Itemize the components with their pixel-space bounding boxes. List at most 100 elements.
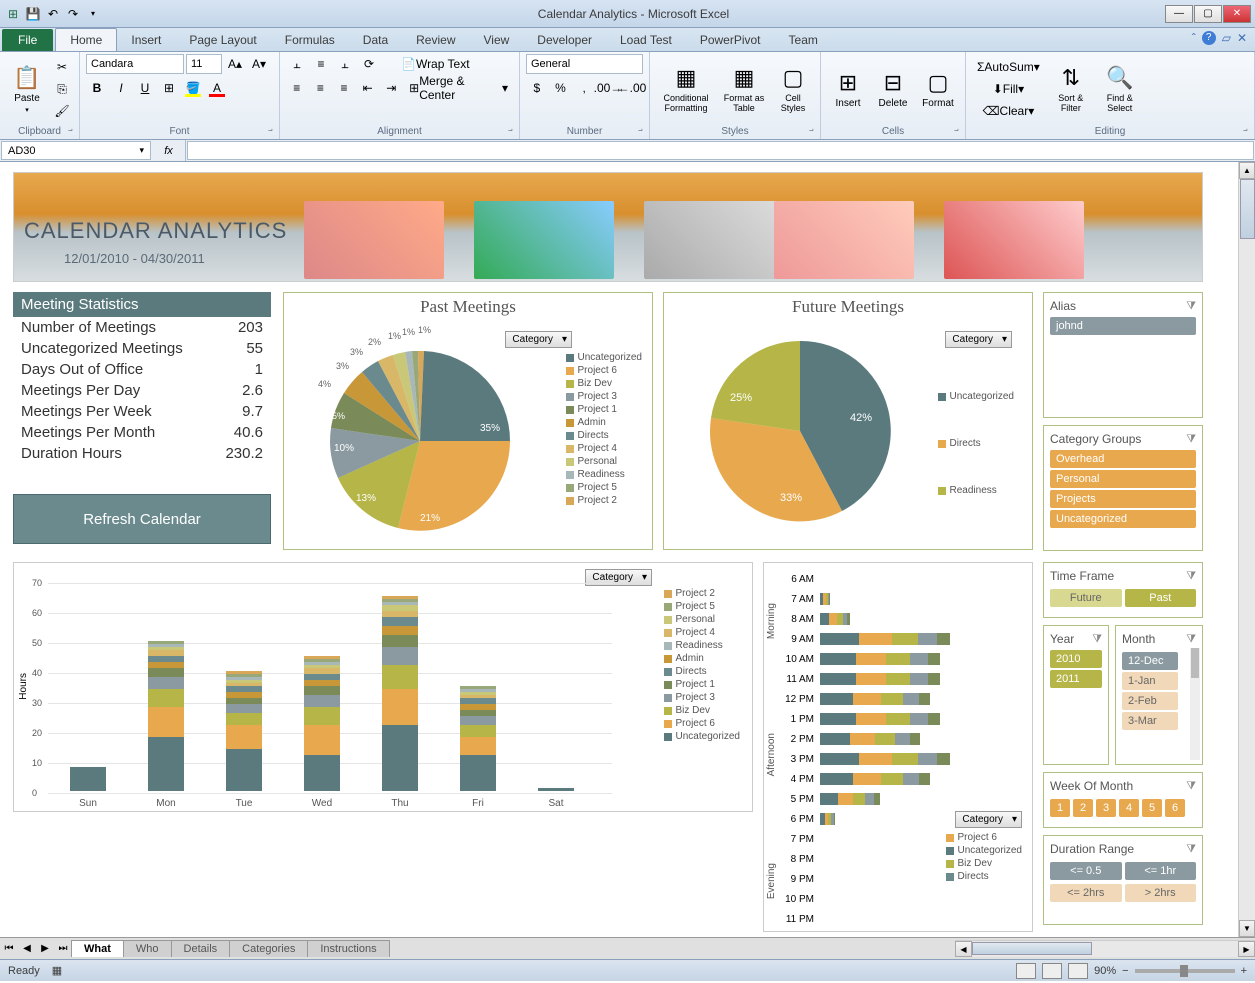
slicer-item[interactable]: <= 1hr <box>1125 862 1197 880</box>
copy-icon[interactable]: ⎘ <box>51 79 73 99</box>
help-icon[interactable]: ? <box>1202 31 1216 45</box>
sheet-tab[interactable]: Details <box>171 940 231 957</box>
conditional-formatting-button[interactable]: ▦Conditional Formatting <box>656 57 716 121</box>
tab-formulas[interactable]: Formulas <box>271 29 349 51</box>
slicer-item[interactable]: 4 <box>1119 799 1139 817</box>
sort-filter-button[interactable]: ⇅Sort & Filter <box>1048 57 1094 121</box>
slicer-item[interactable]: > 2hrs <box>1125 884 1197 902</box>
tab-powerpivot[interactable]: PowerPivot <box>686 29 775 51</box>
slicer-item[interactable]: 5 <box>1142 799 1162 817</box>
slicer-item[interactable]: 1-Jan <box>1122 672 1178 690</box>
number-format-combo[interactable]: General <box>526 54 643 74</box>
next-tab-icon[interactable]: ▶ <box>36 943 54 954</box>
undo-icon[interactable]: ↶ <box>44 5 62 23</box>
increase-indent-icon[interactable]: ⇥ <box>381 78 403 98</box>
scrollbar[interactable] <box>1190 648 1200 760</box>
fill-button[interactable]: ⬇ Fill ▾ <box>972 79 1045 99</box>
scroll-thumb[interactable] <box>972 942 1092 955</box>
sheet-tab[interactable]: Categories <box>229 940 308 957</box>
redo-icon[interactable]: ↷ <box>64 5 82 23</box>
sheet-tab[interactable]: Instructions <box>307 940 389 957</box>
align-left-icon[interactable]: ≡ <box>286 78 308 98</box>
horizontal-scrollbar[interactable]: ◀ ▶ <box>955 940 1255 957</box>
decrease-font-icon[interactable]: A▾ <box>248 54 270 74</box>
percent-icon[interactable]: % <box>550 78 572 98</box>
clear-button[interactable]: ⌫ Clear ▾ <box>972 101 1045 121</box>
funnel-icon[interactable]: ⧩ <box>1186 570 1196 583</box>
category-dropdown[interactable]: Category <box>955 811 1022 828</box>
slicer-item[interactable]: Uncategorized <box>1050 510 1196 528</box>
increase-decimal-icon[interactable]: .00→ <box>597 78 619 98</box>
zoom-slider[interactable] <box>1135 969 1235 973</box>
align-right-icon[interactable]: ≡ <box>333 78 355 98</box>
orientation-icon[interactable]: ⟳ <box>358 54 380 74</box>
tab-data[interactable]: Data <box>349 29 402 51</box>
merge-center-button[interactable]: ⊞ Merge & Center ▾ <box>404 78 513 98</box>
first-tab-icon[interactable]: ⏮ <box>0 943 18 954</box>
tab-review[interactable]: Review <box>402 29 469 51</box>
minimize-ribbon-icon[interactable]: ˆ <box>1192 31 1196 45</box>
decrease-decimal-icon[interactable]: ←.00 <box>621 78 643 98</box>
italic-icon[interactable]: I <box>110 78 132 98</box>
slicer-item[interactable]: 3-Mar <box>1122 712 1178 730</box>
tab-insert[interactable]: Insert <box>117 29 175 51</box>
paste-button[interactable]: 📋Paste▾ <box>6 57 48 121</box>
wrap-text-button[interactable]: 📄 Wrap Text <box>396 54 475 74</box>
sheet-tab[interactable]: Who <box>123 940 172 957</box>
align-bottom-icon[interactable]: ⫠ <box>334 54 356 74</box>
bold-icon[interactable]: B <box>86 78 108 98</box>
format-painter-icon[interactable]: 🖌 <box>51 101 73 121</box>
align-center-icon[interactable]: ≡ <box>310 78 332 98</box>
file-tab[interactable]: File <box>2 29 53 51</box>
slicer-item[interactable]: Projects <box>1050 490 1196 508</box>
tab-developer[interactable]: Developer <box>523 29 606 51</box>
border-icon[interactable]: ⊞ <box>158 78 180 98</box>
slicer-item[interactable]: 3 <box>1096 799 1116 817</box>
window-restore-icon[interactable]: ▱ <box>1222 31 1231 45</box>
zoom-in-icon[interactable]: + <box>1241 965 1247 977</box>
close-button[interactable]: ✕ <box>1223 5 1251 23</box>
formula-input[interactable] <box>187 141 1254 160</box>
format-as-table-button[interactable]: ▦Format as Table <box>719 57 769 121</box>
fill-color-icon[interactable]: 🪣 <box>182 78 204 98</box>
qat-dropdown-icon[interactable]: ▾ <box>84 5 102 23</box>
slicer-item[interactable]: 2 <box>1073 799 1093 817</box>
font-size-combo[interactable]: 11 <box>186 54 222 74</box>
macro-indicator-icon[interactable]: ▦ <box>52 964 62 977</box>
increase-font-icon[interactable]: A▴ <box>224 54 246 74</box>
slicer-item[interactable]: Future <box>1050 589 1122 607</box>
funnel-icon[interactable]: ⧩ <box>1186 300 1196 313</box>
funnel-icon[interactable]: ⧩ <box>1092 633 1102 646</box>
decrease-indent-icon[interactable]: ⇤ <box>357 78 379 98</box>
accounting-icon[interactable]: $ <box>526 78 548 98</box>
tab-load-test[interactable]: Load Test <box>606 29 686 51</box>
funnel-icon[interactable]: ⧩ <box>1186 843 1196 856</box>
tab-view[interactable]: View <box>470 29 524 51</box>
normal-view-icon[interactable] <box>1016 963 1036 979</box>
cut-icon[interactable]: ✂ <box>51 57 73 77</box>
comma-icon[interactable]: , <box>573 78 595 98</box>
delete-cells-button[interactable]: ⊟Delete <box>872 57 914 121</box>
name-box[interactable]: AD30 <box>1 141 151 160</box>
font-family-combo[interactable]: Candara <box>86 54 184 74</box>
slicer-item[interactable]: johnd <box>1050 317 1196 335</box>
funnel-icon[interactable]: ⧩ <box>1186 780 1196 793</box>
page-break-view-icon[interactable] <box>1068 963 1088 979</box>
scroll-up-icon[interactable]: ▲ <box>1239 162 1255 179</box>
scroll-right-icon[interactable]: ▶ <box>1238 941 1255 957</box>
zoom-out-icon[interactable]: − <box>1122 965 1128 977</box>
slicer-item[interactable]: 6 <box>1165 799 1185 817</box>
minimize-button[interactable]: — <box>1165 5 1193 23</box>
insert-cells-button[interactable]: ⊞Insert <box>827 57 869 121</box>
funnel-icon[interactable]: ⧩ <box>1186 433 1196 446</box>
prev-tab-icon[interactable]: ◀ <box>18 943 36 954</box>
slicer-item[interactable]: 2011 <box>1050 670 1102 688</box>
vertical-scrollbar[interactable]: ▲ ▼ <box>1238 162 1255 937</box>
refresh-calendar-button[interactable]: Refresh Calendar <box>13 494 271 544</box>
tab-team[interactable]: Team <box>775 29 832 51</box>
page-layout-view-icon[interactable] <box>1042 963 1062 979</box>
format-cells-button[interactable]: ▢Format <box>917 57 959 121</box>
worksheet[interactable]: CALENDAR ANALYTICS 12/01/2010 - 04/30/20… <box>0 162 1255 959</box>
cell-styles-button[interactable]: ▢Cell Styles <box>772 57 814 121</box>
slicer-item[interactable]: Past <box>1125 589 1197 607</box>
